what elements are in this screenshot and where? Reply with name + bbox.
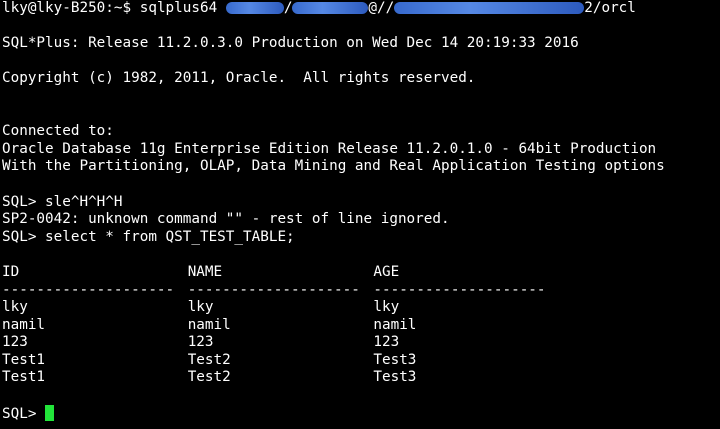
cell-name: namil	[187, 316, 231, 333]
cell-name: Test2	[187, 351, 231, 368]
command-at: @//	[368, 0, 395, 16]
cell-age: lky	[373, 299, 400, 316]
text-cursor[interactable]	[45, 404, 55, 421]
table-row: 123 123 123	[2, 334, 720, 352]
cell-age: Test3	[373, 351, 417, 368]
error-message: SP2-0042: unknown command "" - rest of l…	[2, 211, 450, 228]
separator-name: --------------------	[187, 281, 360, 298]
command-line: lky@lky-B250:~$ sqlplus64 / @// 2/orcl	[2, 0, 720, 18]
redacted-host	[394, 2, 585, 14]
sql-input-line: SQL> sle^H^H^H	[2, 193, 123, 210]
table-row: lky lky lky	[2, 299, 720, 317]
table-row: Test1 Test2 Test3	[2, 352, 720, 370]
redacted-username	[225, 2, 284, 14]
result-separator-row: -------------------- --------------------…	[2, 282, 720, 300]
command-tail: 2/orcl	[584, 0, 636, 16]
cell-id: Test1	[2, 351, 46, 368]
table-row: Test1 Test2 Test3	[2, 369, 720, 387]
release-banner: SQL*Plus: Release 11.2.0.3.0 Production …	[2, 35, 579, 52]
separator-age: --------------------	[373, 281, 546, 298]
cell-age: 123	[373, 334, 400, 351]
cell-name: Test2	[187, 369, 231, 386]
sql-prompt: SQL>	[2, 405, 46, 422]
cell-age: Test3	[373, 369, 417, 386]
sql-query-line: SQL> select * from QST_TEST_TABLE;	[2, 228, 295, 245]
redacted-password	[292, 2, 369, 14]
command-slash: /	[283, 0, 293, 16]
cell-id: Test1	[2, 369, 46, 386]
cell-age: namil	[373, 316, 417, 333]
cell-id: namil	[2, 316, 46, 333]
sql-prompt-line[interactable]: SQL>	[2, 404, 720, 423]
column-header-age: AGE	[373, 263, 400, 280]
database-options: With the Partitioning, OLAP, Data Mining…	[2, 158, 665, 175]
cell-name: 123	[187, 334, 214, 351]
cell-id: lky	[2, 299, 28, 316]
copyright-line: Copyright (c) 1982, 2011, Oracle. All ri…	[2, 70, 476, 87]
table-row: namil namil namil	[2, 317, 720, 335]
cell-name: lky	[187, 299, 214, 316]
terminal-window[interactable]: lky@lky-B250:~$ sqlplus64 / @// 2/orcl SQL…	[0, 0, 720, 429]
shell-prompt: lky@lky-B250:~$	[2, 0, 140, 16]
command-text: sqlplus64	[139, 0, 226, 16]
column-header-id: ID	[2, 263, 20, 280]
separator-id: --------------------	[2, 281, 175, 298]
cell-id: 123	[2, 334, 28, 351]
connected-label: Connected to:	[2, 123, 114, 140]
column-header-name: NAME	[187, 263, 223, 280]
result-header-row: ID NAME AGE	[2, 264, 720, 282]
database-edition: Oracle Database 11g Enterprise Edition R…	[2, 140, 657, 157]
